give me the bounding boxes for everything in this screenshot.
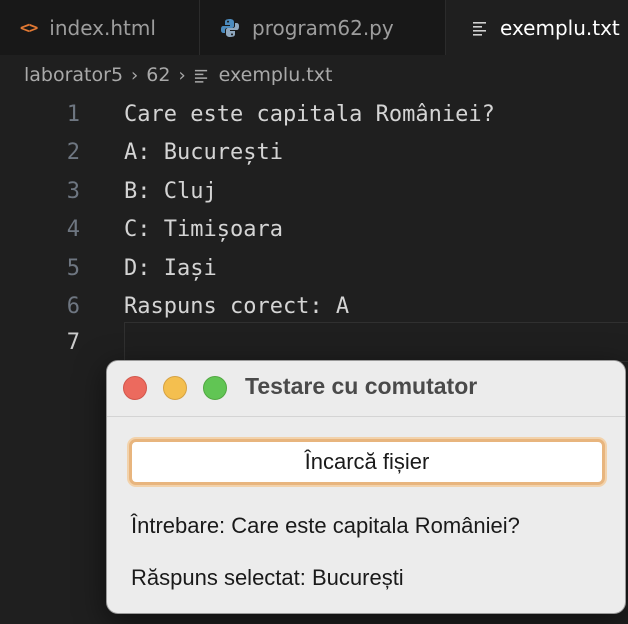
- breadcrumb-subfolder[interactable]: 62: [146, 64, 170, 86]
- line-text: Care este capitala României?: [124, 101, 495, 127]
- line-number: 3: [66, 178, 80, 204]
- close-window-button[interactable]: [123, 376, 147, 400]
- tab-index-html[interactable]: <> index.html: [0, 0, 200, 55]
- selected-answer-label: Răspuns selectat: București: [131, 565, 404, 590]
- line-text: A: București: [124, 140, 283, 166]
- editor-line: 3 B: Cluj: [0, 172, 628, 211]
- line-number: 5: [66, 255, 80, 281]
- editor-line-current: 7: [0, 323, 628, 362]
- window-title: Testare cu comutator: [245, 373, 478, 399]
- python-icon: [220, 18, 240, 38]
- tab-exemplu-txt[interactable]: exemplu.txt: [446, 0, 628, 55]
- line-number: 6: [66, 294, 80, 320]
- text-file-icon: [472, 20, 488, 36]
- line-number: 4: [66, 217, 80, 243]
- breadcrumb-file[interactable]: exemplu.txt: [219, 64, 333, 86]
- editor-tab-bar: <> index.html program62.py exemplu.txt: [0, 0, 628, 55]
- line-number: 1: [66, 101, 80, 127]
- line-number: 2: [66, 140, 80, 166]
- code-icon: <>: [20, 18, 38, 37]
- line-number: 7: [66, 329, 80, 355]
- chevron-right-icon: ›: [131, 64, 139, 86]
- text-file-icon: [194, 68, 209, 83]
- editor-line: 6 Raspuns corect: A: [0, 288, 628, 327]
- zoom-window-button[interactable]: [203, 376, 227, 400]
- line-text: C: Timișoara: [124, 217, 283, 243]
- chevron-right-icon: ›: [178, 64, 186, 86]
- editor-line: 2 A: București: [0, 134, 628, 173]
- line-text: D: Iași: [124, 255, 217, 281]
- breadcrumb: laborator5 › 62 › exemplu.txt: [0, 55, 628, 95]
- minimize-window-button[interactable]: [163, 376, 187, 400]
- window-titlebar[interactable]: Testare cu comutator: [107, 361, 625, 417]
- line-text: Raspuns corect: A: [124, 294, 350, 320]
- editor-line: 5 D: Iași: [0, 249, 628, 288]
- breadcrumb-folder[interactable]: laborator5: [24, 64, 123, 86]
- tab-label: index.html: [49, 15, 156, 40]
- line-text: B: Cluj: [124, 178, 217, 204]
- tab-program62-py[interactable]: program62.py: [200, 0, 446, 55]
- editor-line: 1 Care este capitala României?: [0, 95, 628, 134]
- tab-label: program62.py: [252, 15, 394, 40]
- question-label: Întrebare: Care este capitala României?: [131, 513, 520, 538]
- editor-line: 4 C: Timișoara: [0, 211, 628, 250]
- load-file-button[interactable]: Încarcă fișier: [129, 439, 605, 485]
- test-dialog-window: Testare cu comutator Încarcă fișier Într…: [106, 360, 626, 614]
- tab-label: exemplu.txt: [500, 15, 620, 40]
